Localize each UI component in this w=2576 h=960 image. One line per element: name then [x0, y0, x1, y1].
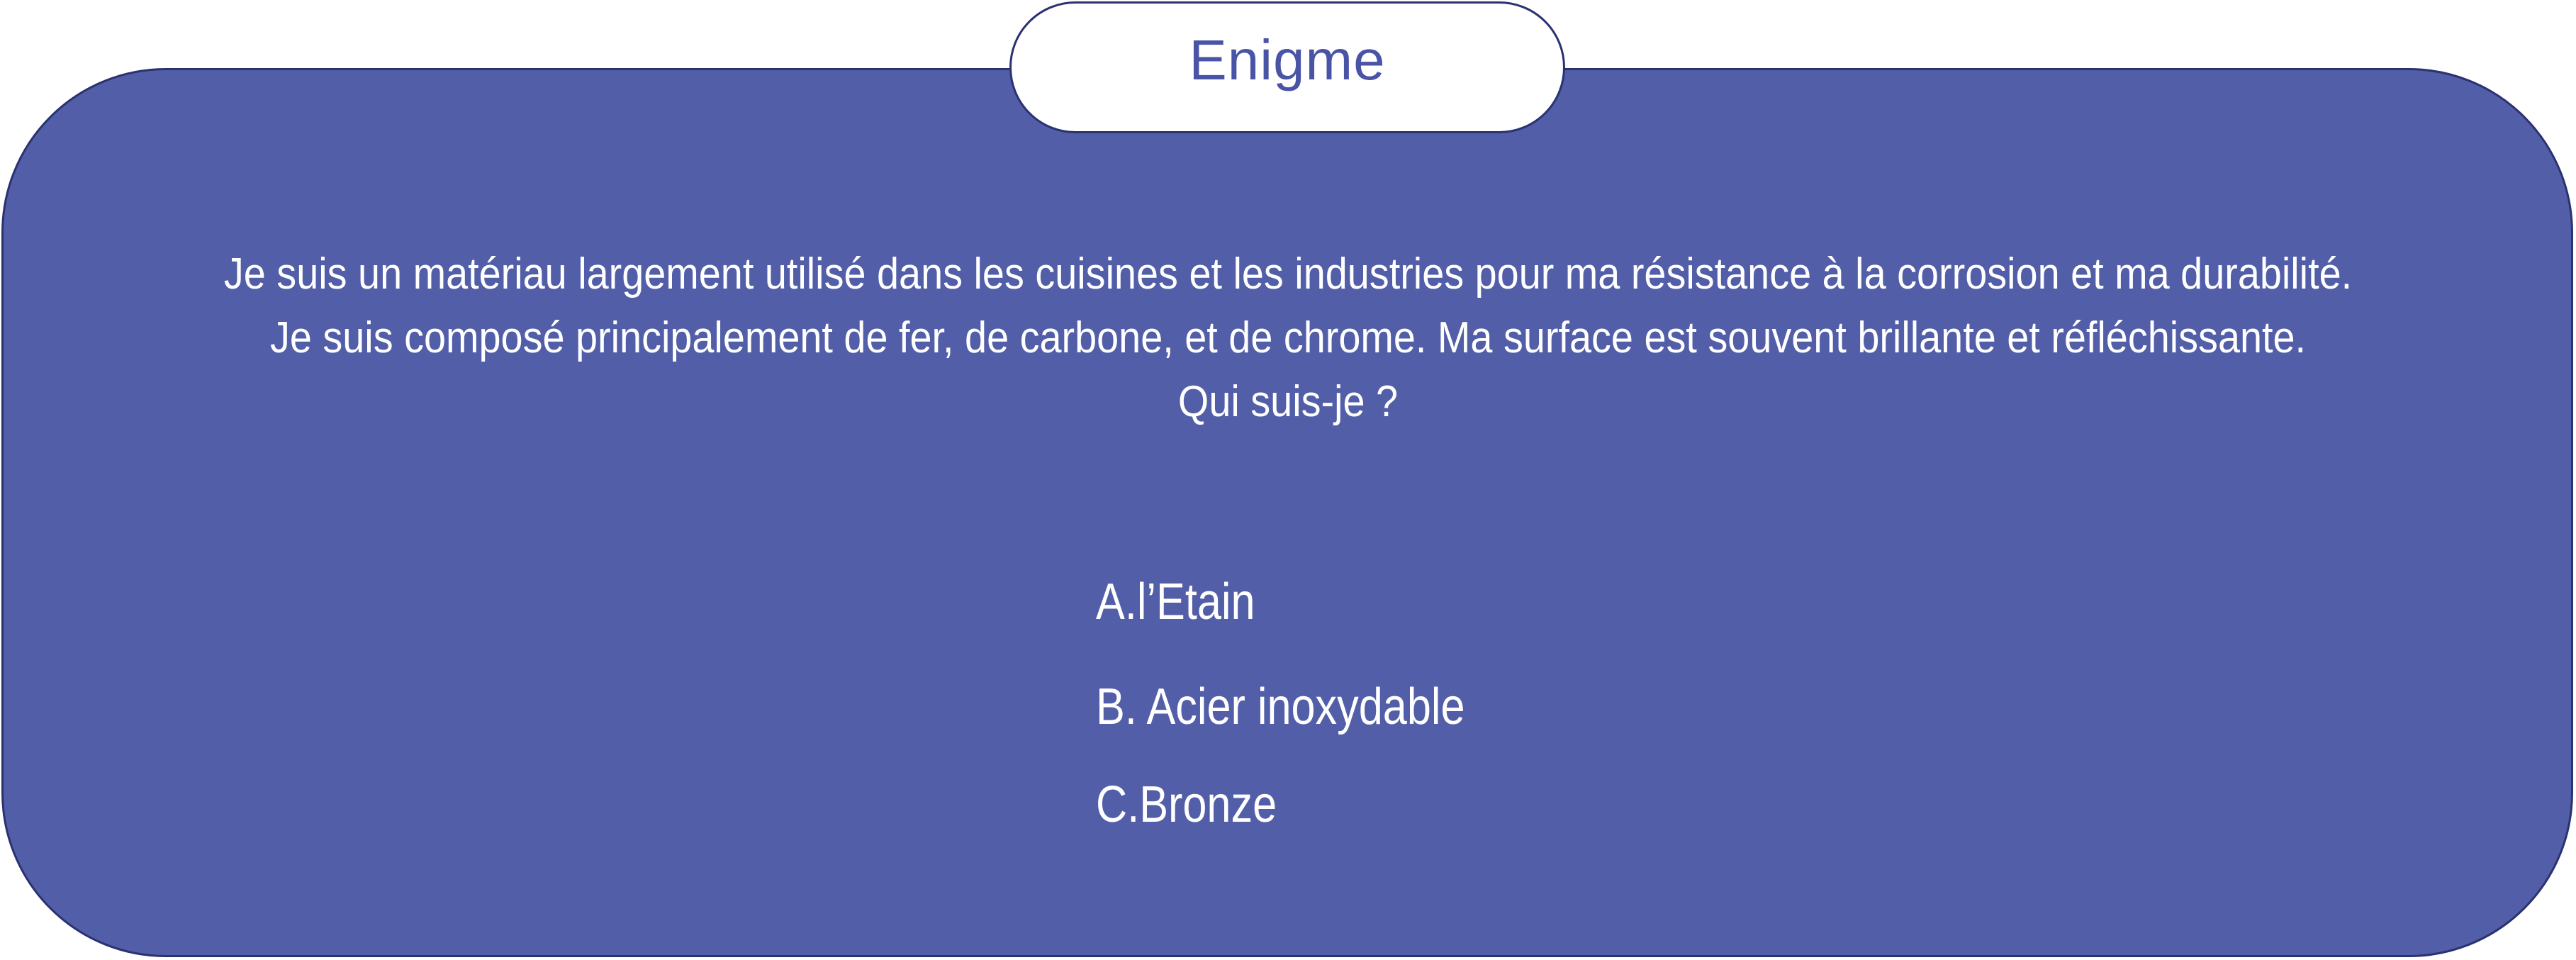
title-label: Enigme	[1189, 28, 1386, 91]
riddle-line-2: Je suis composé principalement de fer, d…	[269, 313, 2307, 362]
answer-option-c[interactable]: C.Bronze	[1096, 776, 1277, 834]
title-tab: Enigme	[1009, 1, 1565, 133]
riddle-line-1: Je suis un matériau largement utilisé da…	[223, 250, 2353, 298]
riddle-text: Je suis un matériau largement utilisé da…	[0, 242, 2576, 434]
answer-option-b[interactable]: B. Acier inoxydable	[1096, 678, 1465, 736]
riddle-panel	[1, 68, 2573, 957]
riddle-line-3: Qui suis-je ?	[1177, 377, 1399, 426]
answer-option-a[interactable]: A.l’Etain	[1096, 573, 1255, 631]
